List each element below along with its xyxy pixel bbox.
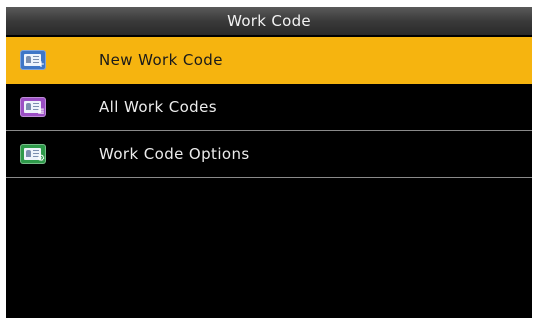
menu-item-label: All Work Codes (99, 98, 217, 116)
menu-item-new-work-code[interactable]: + New Work Code (6, 37, 532, 84)
all-work-codes-icon: ≡ (20, 97, 46, 117)
menu-list: + New Work Code ≡ All Work Codes ⚙ Work … (6, 37, 532, 178)
menu-item-work-code-options[interactable]: ⚙ Work Code Options (6, 131, 532, 178)
menu-item-all-work-codes[interactable]: ≡ All Work Codes (6, 84, 532, 131)
work-code-options-icon: ⚙ (20, 144, 46, 164)
page-title: Work Code (6, 7, 532, 35)
device-screen: Work Code + New Work Code ≡ All Work Cod… (6, 7, 532, 318)
menu-item-label: New Work Code (99, 51, 223, 69)
menu-item-label: Work Code Options (99, 145, 250, 163)
new-work-code-icon: + (20, 50, 46, 70)
